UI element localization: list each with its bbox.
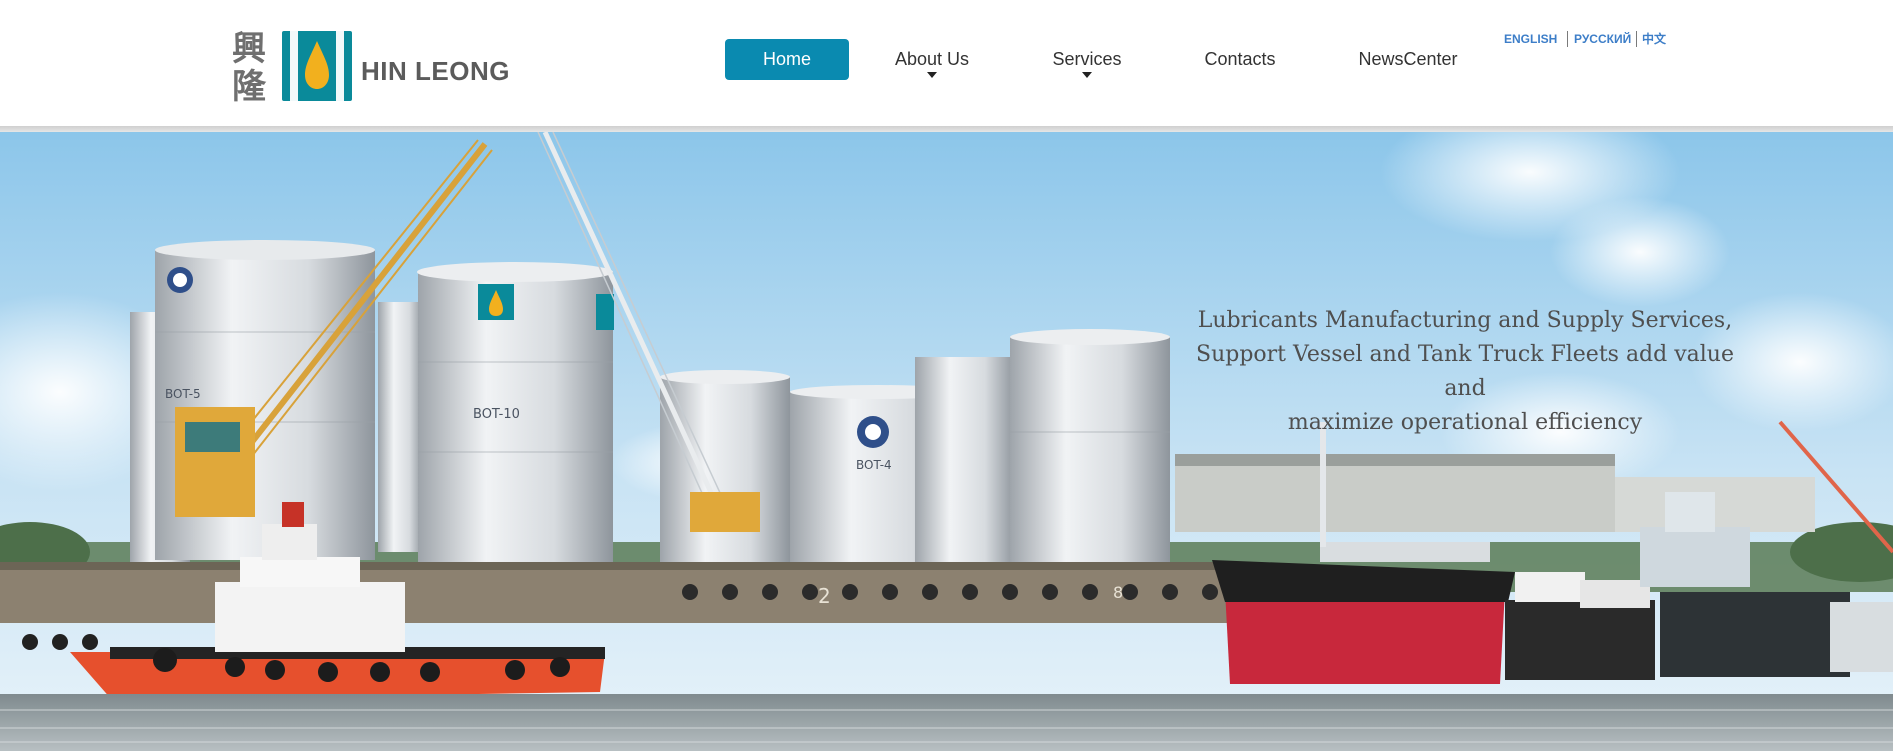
- nav-contacts-label: Contacts: [1204, 49, 1276, 69]
- oil-drop-logo-icon: [282, 31, 352, 101]
- tank-label-bot10: BOT-10: [473, 407, 520, 422]
- hero-tagline-line: maximize operational efficiency: [1287, 410, 1643, 435]
- nav-about-us[interactable]: About Us: [886, 39, 978, 80]
- oil-terminal-photo: BOT-5 BOT-10 BOT-4 2 8: [0, 132, 1893, 751]
- lang-divider: [1567, 31, 1568, 47]
- lang-chinese[interactable]: 中文: [1642, 30, 1666, 48]
- logo-chinese-name: 興隆: [232, 29, 266, 107]
- lang-russian[interactable]: РУССКИЙ: [1574, 30, 1631, 48]
- hero-tagline: Lubricants Manufacturing and Supply Serv…: [1180, 304, 1750, 440]
- tank-label-bot4: BOT-4: [856, 458, 892, 472]
- nav-newscenter-label: NewsCenter: [1358, 49, 1458, 69]
- nav-newscenter[interactable]: NewsCenter: [1355, 39, 1461, 80]
- nav-services[interactable]: Services: [1048, 39, 1126, 80]
- nav-contacts[interactable]: Contacts: [1200, 39, 1280, 80]
- nav-about-us-label: About Us: [894, 49, 970, 69]
- site-header: 興隆 HIN LEONG Home About Us Services Cont…: [0, 0, 1893, 127]
- lang-divider: [1636, 31, 1637, 47]
- nav-services-label: Services: [1052, 49, 1122, 69]
- logo-english-name: HIN LEONG: [361, 56, 510, 86]
- quay-number-2: 2: [818, 584, 831, 608]
- lang-english[interactable]: ENGLISH: [1504, 30, 1557, 48]
- hero-tagline-line: Lubricants Manufacturing and Supply Serv…: [1197, 308, 1733, 333]
- site-logo[interactable]: 興隆 HIN LEONG: [232, 28, 510, 107]
- chevron-down-icon: [927, 72, 937, 78]
- hero-banner: BOT-5 BOT-10 BOT-4 2 8 Lubricants Manufa…: [0, 132, 1893, 751]
- chevron-down-icon: [1082, 72, 1092, 78]
- tank-label-bot5: BOT-5: [165, 387, 201, 401]
- quay-number-8: 8: [1113, 583, 1123, 602]
- nav-home[interactable]: Home: [725, 39, 849, 80]
- nav-home-label: Home: [762, 49, 811, 69]
- hero-tagline-line: Support Vessel and Tank Truck Fleets add…: [1196, 342, 1734, 401]
